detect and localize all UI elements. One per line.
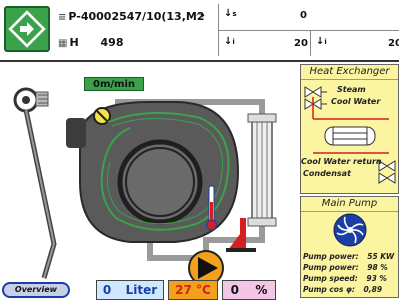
main-pump-panel[interactable]: Main Pump Pump power: 55 KW Pump power: … [300,196,399,298]
heat-exchanger-unit[interactable] [247,113,277,227]
overview-button[interactable]: Overview [2,282,70,298]
liter-display: 0 Liter [96,280,164,300]
main-pump-title: Main Pump [301,197,398,212]
h-value: 498 [100,36,124,49]
pump-row: Pump power: 55 KW [303,252,395,261]
i-value-1: 20 [294,38,308,49]
temperature-display: 27 °C [168,280,218,300]
percent-unit: % [255,283,268,297]
pin-icon[interactable]: ⤳ [196,8,205,22]
list-icon: ≡ [58,12,67,23]
pump-impeller-icon [333,213,367,247]
percent-display: 0 % [222,280,276,300]
h-label: H [69,36,79,49]
i-indicator-1: ↓i [224,36,235,47]
i-value-2: 20 [388,38,399,49]
diamond-arrow-icon [8,10,46,48]
steam-label: Steam [337,85,366,94]
s-value: 0 [300,10,307,21]
cool-water-label: Cool Water [331,97,381,106]
cool-water-return-label: Cool Water return [301,157,382,166]
s-indicator: ↓s [224,8,237,19]
grid-icon: ▦ [58,38,68,49]
i-indicator-2: ↓i [316,36,327,47]
heat-exchanger-title: Heat Exchanger [301,65,398,80]
process-diagram [13,87,277,286]
home-button[interactable] [4,6,50,52]
lever-arm-icon[interactable] [13,87,57,279]
header-divider-horizontal [218,30,399,31]
header-divider-2 [310,30,311,56]
condensat-label: Condensat [303,169,351,178]
pump-row: Pump cos φ: 0,89 [303,285,383,294]
speed-display: 0m/min [84,77,144,91]
h-row: ▦ H 498 [58,36,123,49]
percent-value: 0 [230,283,239,297]
job-id-row: ≡ P-40002547/10(13,M2 [58,10,205,23]
pump-row: Pump power: 98 % [303,263,388,272]
heat-exchanger-panel[interactable]: Heat Exchanger Steam Cool Water Cool Wat… [300,64,399,194]
job-id: P-40002547/10(13,M2 [68,10,205,23]
valve-icon [304,86,327,110]
pump-row: Pump speed: 93 % [303,274,387,283]
liter-unit: Liter [125,283,158,297]
liter-value: 0 [102,283,112,297]
